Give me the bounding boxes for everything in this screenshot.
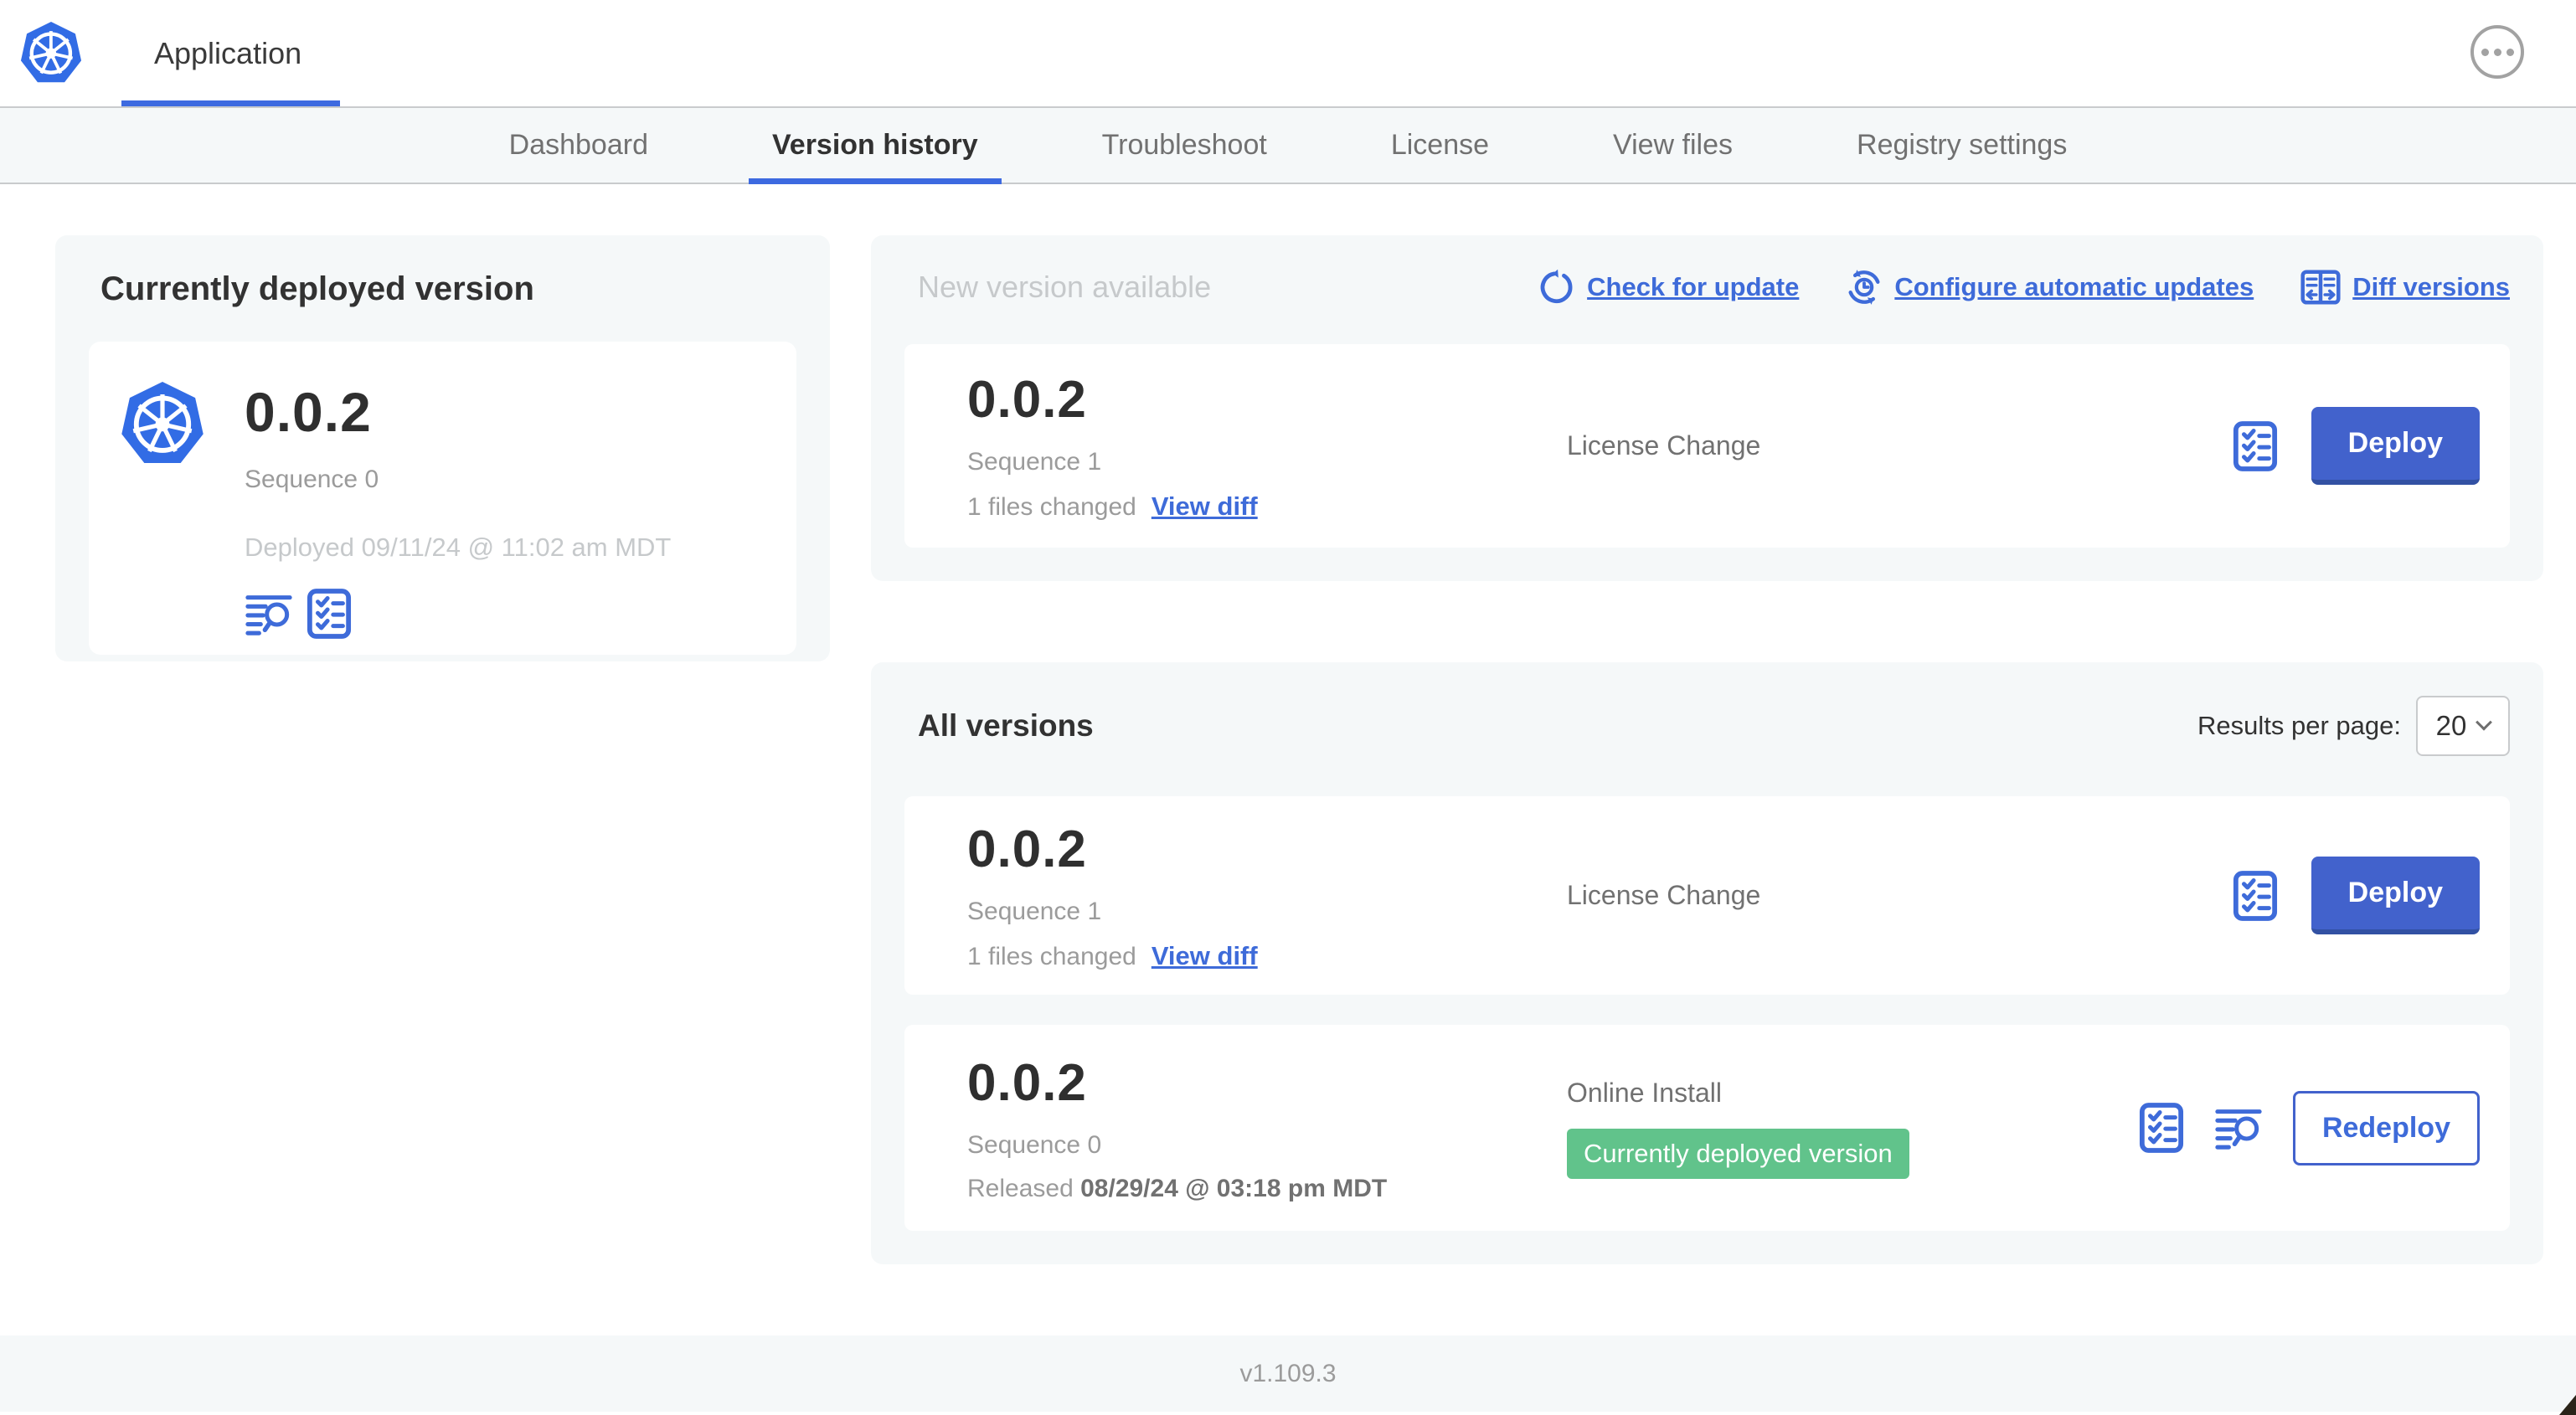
app-tab[interactable]: Application	[154, 0, 301, 106]
currently-deployed-card: 0.0.2 Sequence 0 Deployed 09/11/24 @ 11:…	[89, 342, 796, 655]
released-date: 08/29/24 @ 03:18 pm MDT	[1080, 1174, 1388, 1202]
view-diff-link[interactable]: View diff	[1151, 491, 1258, 522]
preflight-checklist-icon[interactable]	[2233, 419, 2278, 473]
tab-label: View files	[1613, 129, 1734, 161]
main-content: Currently deployed version 0.0.2 Sequenc…	[0, 184, 2576, 1264]
version-row-sequence-1: 0.0.2 Sequence 1 1 files changed View di…	[904, 796, 2510, 995]
current-version-sequence: Sequence 0	[245, 466, 379, 493]
preflight-checklist-icon[interactable]	[2139, 1101, 2184, 1155]
new-version-row: 0.0.2 Sequence 1 1 files changed View di…	[904, 344, 2510, 548]
new-version-title: New version available	[918, 270, 1212, 304]
top-header: Application	[0, 0, 2576, 108]
redeploy-button[interactable]: Redeploy	[2292, 1090, 2480, 1165]
clock-refresh-icon	[1846, 269, 1883, 306]
right-column: New version available Check for update C…	[871, 235, 2543, 1264]
kubernetes-app-logo-icon	[20, 22, 82, 83]
currently-deployed-panel: Currently deployed version 0.0.2 Sequenc…	[55, 235, 830, 661]
section-nav: Dashboard Version history Troubleshoot L…	[0, 108, 2576, 184]
tab-label: Registry settings	[1857, 129, 2068, 161]
all-versions-title: All versions	[918, 708, 1094, 743]
current-version-number: 0.0.2	[245, 381, 372, 443]
tab-label: Dashboard	[508, 129, 648, 161]
chevron-down-icon	[2476, 713, 2493, 731]
version-sequence: Sequence 1	[967, 448, 1102, 476]
diff-columns-icon	[2300, 269, 2341, 306]
console-version-label: v1.109.3	[1239, 1359, 1337, 1387]
diff-versions-label[interactable]: Diff versions	[2352, 272, 2510, 302]
active-tab-underline	[748, 178, 1002, 184]
tab-view-files[interactable]: View files	[1613, 108, 1733, 183]
configure-automatic-updates-link[interactable]: Configure automatic updates	[1846, 269, 2254, 306]
currently-deployed-badge: Currently deployed version	[1567, 1128, 1909, 1179]
version-sequence: Sequence 1	[967, 898, 1102, 925]
admin-console-screen: Application Dashboard Version history Tr…	[0, 0, 2576, 1415]
version-source-label: License Change	[1567, 880, 1761, 910]
diff-versions-link[interactable]: Diff versions	[2300, 269, 2510, 306]
check-for-update-link[interactable]: Check for update	[1538, 269, 1799, 306]
files-changed-label: 1 files changed	[967, 493, 1136, 521]
tab-version-history[interactable]: Version history	[748, 108, 1002, 184]
deploy-button[interactable]: Deploy	[2311, 857, 2480, 934]
refresh-icon	[1538, 269, 1575, 306]
configure-automatic-updates-label[interactable]: Configure automatic updates	[1894, 272, 2254, 302]
preflight-checklist-icon[interactable]	[2233, 869, 2278, 923]
tab-license[interactable]: License	[1391, 108, 1489, 183]
view-diff-link[interactable]: View diff	[1151, 941, 1258, 971]
results-per-page-value: 20	[2435, 710, 2467, 741]
tab-dashboard[interactable]: Dashboard	[509, 108, 648, 183]
version-number: 0.0.2	[967, 371, 1087, 429]
ellipsis-menu-icon[interactable]	[2470, 25, 2524, 79]
check-for-update-label[interactable]: Check for update	[1587, 272, 1799, 302]
current-version-deployed-timestamp: Deployed 09/11/24 @ 11:02 am MDT	[245, 533, 672, 562]
tab-label: Troubleshoot	[1101, 129, 1267, 161]
helm-wheel-icon	[28, 31, 74, 75]
all-versions-panel: All versions Results per page: 20 0.0.2 …	[871, 662, 2543, 1264]
results-per-page-label: Results per page:	[2197, 711, 2401, 740]
version-source-label: License Change	[1567, 430, 1761, 461]
deploy-button[interactable]: Deploy	[2311, 407, 2480, 485]
version-sequence: Sequence 0	[967, 1130, 1102, 1159]
new-version-panel: New version available Check for update C…	[871, 235, 2543, 581]
tab-registry-settings[interactable]: Registry settings	[1857, 108, 2067, 183]
version-source-label: Online Install	[1567, 1077, 1722, 1108]
version-released-timestamp: Released 08/29/24 @ 03:18 pm MDT	[967, 1175, 1495, 1203]
version-number: 0.0.2	[967, 1053, 1087, 1112]
results-per-page-select[interactable]: 20	[2416, 696, 2510, 756]
version-number: 0.0.2	[967, 821, 1087, 878]
footer: v1.109.3	[0, 1335, 2576, 1412]
tab-label: License	[1390, 129, 1490, 161]
app-tab-active-underline	[121, 100, 340, 106]
files-changed-label: 1 files changed	[967, 943, 1136, 970]
tab-label: Version history	[771, 129, 978, 161]
currently-deployed-title: Currently deployed version	[100, 270, 534, 307]
tab-troubleshoot[interactable]: Troubleshoot	[1102, 108, 1267, 183]
view-logs-icon[interactable]	[245, 590, 293, 637]
released-prefix: Released	[967, 1174, 1074, 1202]
view-logs-icon[interactable]	[2214, 1104, 2263, 1151]
preflight-checklist-icon[interactable]	[307, 588, 352, 640]
version-row-sequence-0: 0.0.2 Sequence 0 Released 08/29/24 @ 03:…	[904, 1025, 2510, 1231]
